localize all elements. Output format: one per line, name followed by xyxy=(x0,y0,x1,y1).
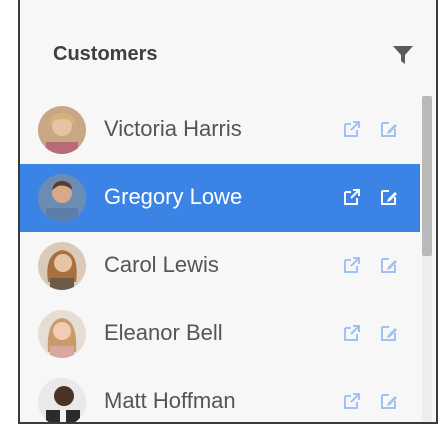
avatar xyxy=(38,242,86,290)
avatar xyxy=(38,174,86,222)
edit-icon[interactable] xyxy=(380,392,398,410)
customer-list: Victoria Harris Gregory Lowe Carol Lewis… xyxy=(20,96,420,422)
avatar xyxy=(38,106,86,154)
edit-icon[interactable] xyxy=(380,120,398,138)
edit-icon[interactable] xyxy=(380,256,398,274)
open-external-icon[interactable] xyxy=(343,324,361,342)
customer-name: Eleanor Bell xyxy=(104,320,223,345)
open-external-icon[interactable] xyxy=(343,392,361,410)
customer-name: Gregory Lowe xyxy=(104,184,243,209)
list-item-selected[interactable]: Gregory Lowe xyxy=(20,164,420,232)
filter-icon[interactable] xyxy=(392,44,414,66)
list-item[interactable]: Matt Hoffman xyxy=(20,368,420,422)
edit-icon[interactable] xyxy=(380,188,398,206)
open-external-icon[interactable] xyxy=(343,256,361,274)
list-item[interactable]: Carol Lewis xyxy=(20,232,420,300)
open-external-icon[interactable] xyxy=(343,188,361,206)
open-external-icon[interactable] xyxy=(343,120,361,138)
customer-name: Carol Lewis xyxy=(104,252,219,277)
panel-title: Customers xyxy=(53,43,158,65)
list-item[interactable]: Victoria Harris xyxy=(20,96,420,164)
customer-name: Victoria Harris xyxy=(104,116,242,141)
customer-name: Matt Hoffman xyxy=(104,388,236,413)
panel-header: Customers xyxy=(20,0,436,92)
list-item[interactable]: Eleanor Bell xyxy=(20,300,420,368)
edit-icon[interactable] xyxy=(380,324,398,342)
avatar xyxy=(38,310,86,358)
avatar xyxy=(38,378,86,422)
scrollbar-thumb[interactable] xyxy=(422,96,432,256)
customers-panel: Customers Victoria Harris Gregory Lowe C… xyxy=(18,0,438,424)
